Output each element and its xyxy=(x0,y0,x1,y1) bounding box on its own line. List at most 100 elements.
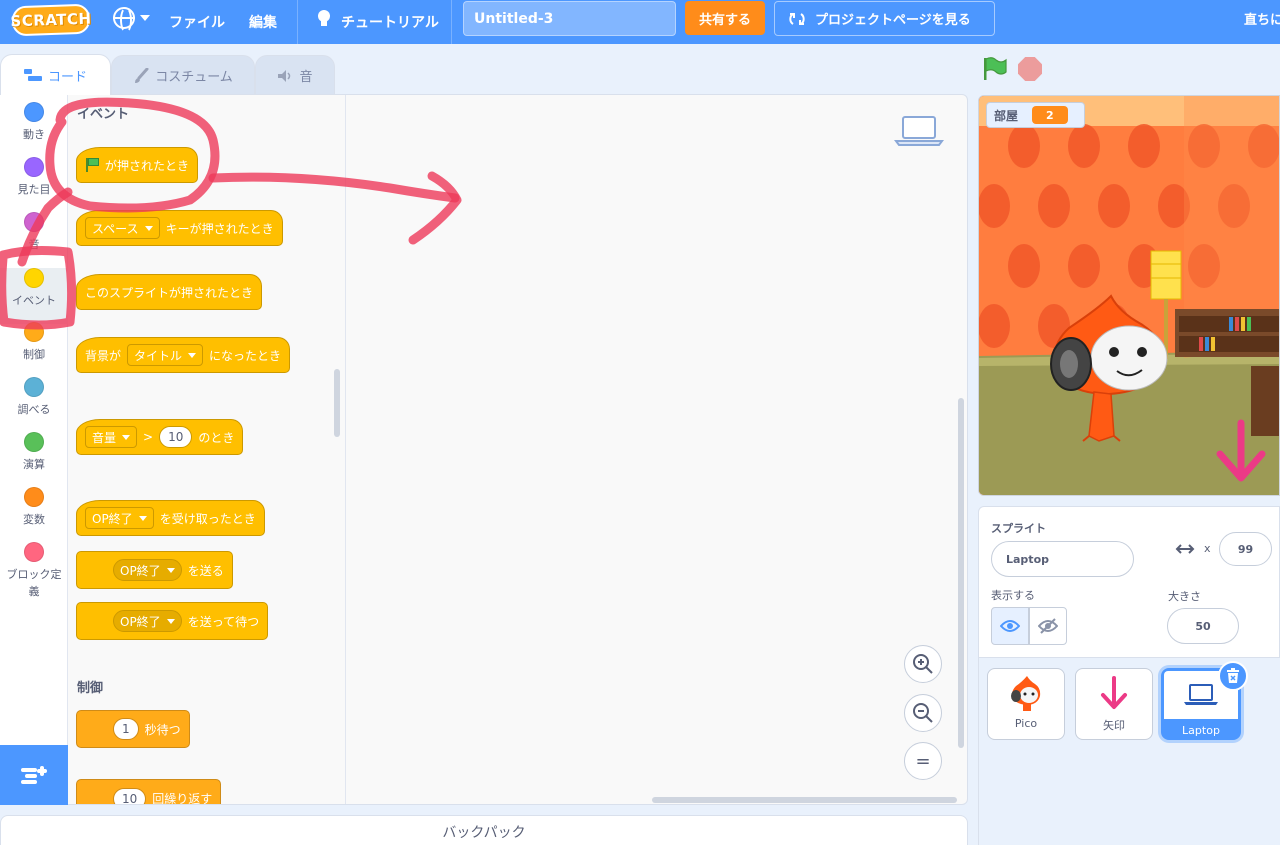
block-text: このスプライトが押されたとき xyxy=(85,285,254,300)
zoom-reset-button[interactable]: = xyxy=(904,742,942,780)
tab-costumes-label: コスチューム xyxy=(155,70,233,85)
variable-name: 部屋 xyxy=(994,108,1019,123)
workspace-vertical-scrollbar[interactable] xyxy=(958,398,964,748)
file-menu[interactable]: ファイル xyxy=(169,0,225,44)
category-events[interactable]: イベント xyxy=(0,268,68,324)
loudness-dropdown[interactable]: 音量 xyxy=(85,426,138,448)
category-sensing[interactable]: 調べる xyxy=(0,377,68,417)
when-sprite-clicked-block[interactable]: このスプライトが押されたとき xyxy=(76,265,263,310)
variable-monitor[interactable]: 部屋 2 xyxy=(986,102,1085,128)
backdrop-dropdown[interactable]: タイトル xyxy=(127,344,204,366)
hide-sprite-button[interactable] xyxy=(1029,607,1067,645)
laptop-thumbnail xyxy=(1184,684,1218,705)
menu-bar: SCRATCH ファイル 編集 チュートリアル Untitled-3 共有する … xyxy=(0,0,1280,44)
category-label: 見た目 xyxy=(17,183,51,196)
category-dot xyxy=(24,268,44,288)
project-title-input[interactable]: Untitled-3 xyxy=(463,1,676,36)
broadcast-and-wait-block[interactable]: OP終了 を送って待つ xyxy=(76,602,269,640)
category-sound[interactable]: 音 xyxy=(0,212,68,252)
delete-sprite-button[interactable] xyxy=(1218,661,1248,691)
when-loudness-block[interactable]: 音量 > 10 のとき xyxy=(76,410,244,455)
user-menu[interactable]: 直ちに xyxy=(1244,0,1280,36)
scratch-logo[interactable]: SCRATCH xyxy=(10,3,92,37)
key-dropdown[interactable]: スペース xyxy=(85,217,160,239)
wait-value-input[interactable]: 1 xyxy=(113,718,139,740)
x-label: x xyxy=(1204,542,1211,555)
category-operators[interactable]: 演算 xyxy=(0,432,68,472)
green-flag-button[interactable] xyxy=(982,57,1008,81)
tab-sounds-label: 音 xyxy=(299,70,313,85)
block-text: 回繰り返す xyxy=(152,792,213,804)
size-input[interactable]: 50 xyxy=(1167,608,1239,644)
stage-canvas[interactable] xyxy=(978,95,1280,496)
category-dot xyxy=(24,102,44,122)
block-palette: イベント が押されたとき スペース キーが押されたとき このスプライトが押された… xyxy=(69,95,346,804)
category-label: ブロック定義 xyxy=(6,568,62,598)
stop-button[interactable] xyxy=(1018,57,1042,81)
repeat-block[interactable]: 10 回繰り返す xyxy=(76,779,222,804)
backpack-panel[interactable]: バックパック xyxy=(0,815,968,845)
see-project-page-label: プロジェクトページを見る xyxy=(815,13,971,28)
category-dot xyxy=(24,212,44,232)
tab-code[interactable]: コード xyxy=(0,54,111,95)
when-receive-block[interactable]: OP終了 を受け取ったとき xyxy=(76,491,265,536)
tab-code-label: コード xyxy=(47,69,87,85)
message-dropdown[interactable]: OP終了 xyxy=(113,610,182,632)
laptop-sprite-icon xyxy=(894,116,944,146)
tab-costumes[interactable]: コスチューム xyxy=(111,55,255,95)
broadcast-block[interactable]: OP終了 を送る xyxy=(76,551,233,589)
category-dot xyxy=(24,322,44,342)
pico-thumbnail xyxy=(1011,676,1041,711)
zoom-in-icon xyxy=(913,654,933,674)
category-label: 動き xyxy=(23,128,45,141)
share-button[interactable]: 共有する xyxy=(685,1,765,35)
repeat-value-input[interactable]: 10 xyxy=(113,788,147,804)
category-control[interactable]: 制御 xyxy=(0,322,68,362)
when-backdrop-switches-block[interactable]: 背景が タイトル になったとき xyxy=(76,328,291,373)
message-dropdown[interactable]: OP終了 xyxy=(113,559,182,581)
chevron-down-icon xyxy=(138,515,147,521)
show-sprite-button[interactable] xyxy=(991,607,1029,645)
when-flag-clicked-block[interactable]: が押されたとき xyxy=(76,138,199,183)
lightbulb-icon[interactable] xyxy=(314,7,334,29)
category-dot xyxy=(24,377,44,397)
block-text: になったとき xyxy=(209,348,282,363)
sprite-label: スプライト xyxy=(991,522,1046,535)
category-dot xyxy=(24,432,44,452)
control-section-title: 制御 xyxy=(77,681,104,696)
chevron-down-icon xyxy=(122,434,131,440)
palette-scrollbar[interactable] xyxy=(334,369,340,437)
horizontal-arrows-icon xyxy=(1175,544,1195,554)
sprite-tile-pico[interactable]: Pico xyxy=(987,668,1065,740)
x-position-input[interactable]: 99 xyxy=(1219,532,1272,566)
chevron-down-icon xyxy=(166,618,175,624)
menu-divider xyxy=(297,0,298,44)
globe-icon[interactable] xyxy=(113,7,135,33)
add-extension-button[interactable] xyxy=(0,745,68,805)
zoom-in-button[interactable] xyxy=(904,645,942,683)
category-label: イベント xyxy=(12,294,56,307)
tab-sounds[interactable]: 音 xyxy=(255,55,335,95)
wait-seconds-block[interactable]: 1 秒待つ xyxy=(76,710,190,748)
sprite-tile-arrow[interactable]: 矢印 xyxy=(1075,668,1153,740)
see-project-page-button[interactable]: プロジェクトページを見る xyxy=(774,1,995,36)
message-dropdown[interactable]: OP終了 xyxy=(85,507,154,529)
workspace-horizontal-scrollbar[interactable] xyxy=(652,797,957,803)
trash-icon xyxy=(1227,668,1239,683)
category-variables[interactable]: 変数 xyxy=(0,487,68,527)
zoom-out-button[interactable] xyxy=(904,694,942,732)
variable-value: 2 xyxy=(1032,106,1068,124)
chevron-down-icon[interactable] xyxy=(140,15,150,21)
remix-icon xyxy=(789,12,805,25)
category-my-blocks[interactable]: ブロック定義 xyxy=(0,542,68,600)
extension-icon xyxy=(21,766,47,784)
edit-menu[interactable]: 編集 xyxy=(249,0,277,44)
stage-backdrop xyxy=(979,96,1279,495)
category-motion[interactable]: 動き xyxy=(0,102,68,142)
loudness-value-input[interactable]: 10 xyxy=(159,426,193,448)
sprite-name-input[interactable]: Laptop xyxy=(991,541,1134,577)
when-key-pressed-block[interactable]: スペース キーが押されたとき xyxy=(76,201,283,246)
category-dot xyxy=(24,157,44,177)
category-looks[interactable]: 見た目 xyxy=(0,157,68,197)
tutorials-menu[interactable]: チュートリアル xyxy=(341,0,439,44)
